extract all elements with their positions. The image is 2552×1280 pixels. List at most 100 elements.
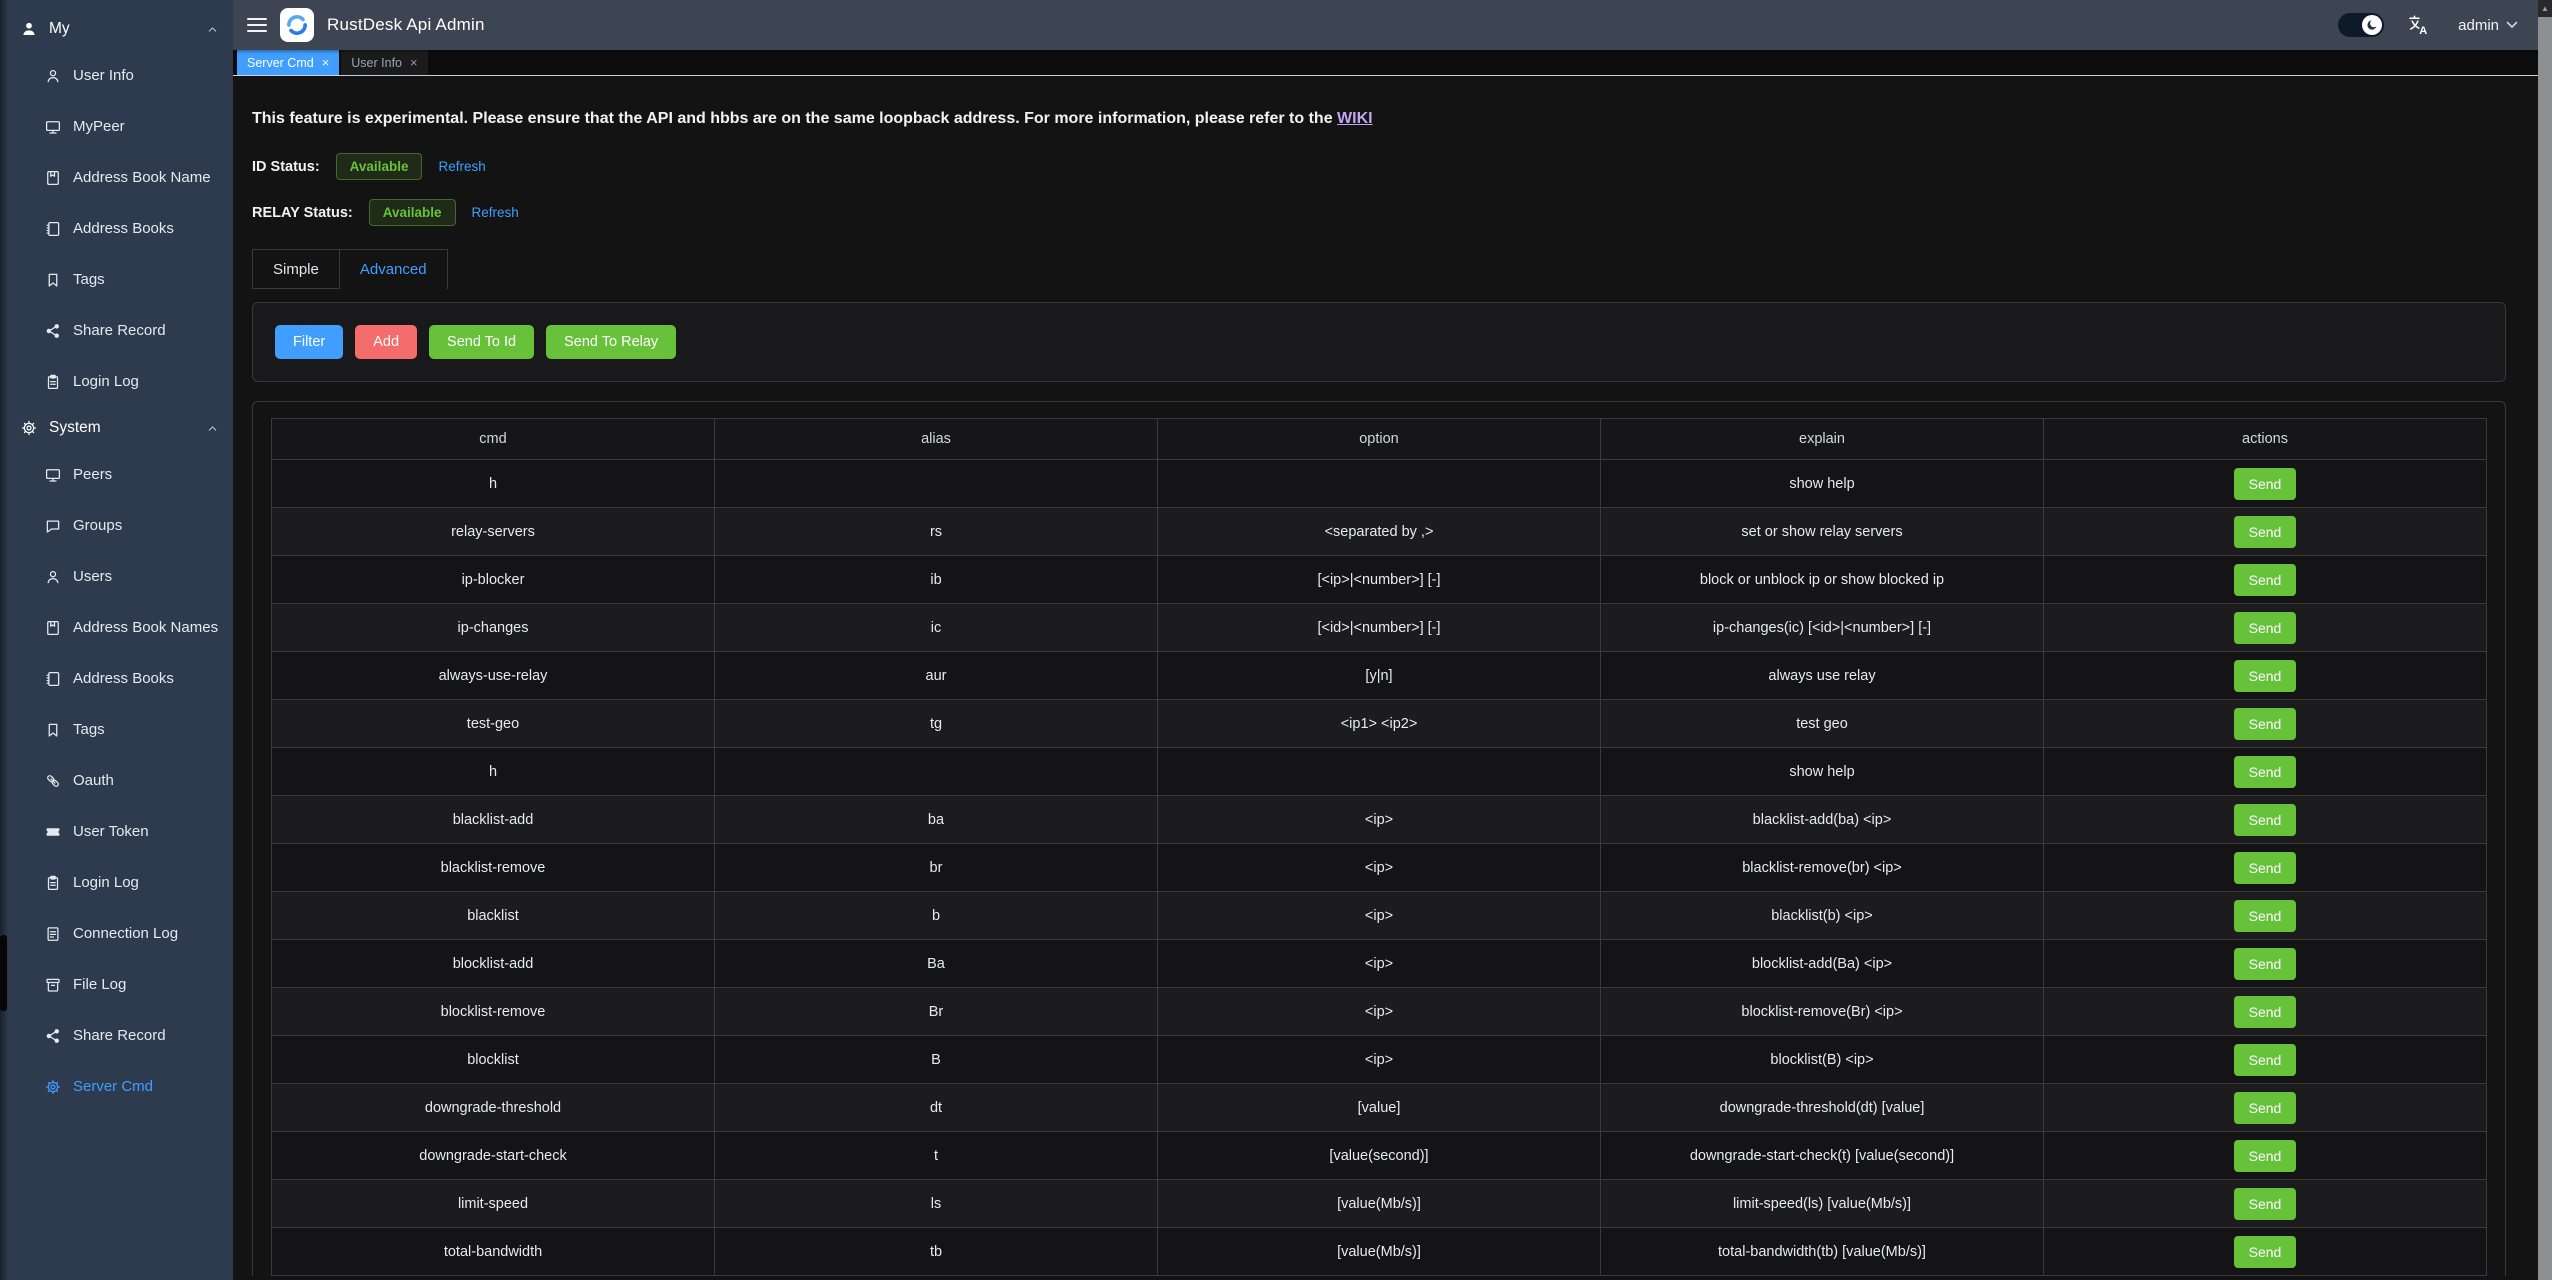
sidebar-item-share-record[interactable]: Share Record [0,1010,233,1061]
sidebar-item-users[interactable]: Users [0,551,233,602]
close-icon[interactable]: × [410,56,418,69]
cell-actions: Send [2044,748,2487,796]
sidebar-item-oauth[interactable]: Oauth [0,755,233,806]
user-menu[interactable]: admin [2458,17,2518,34]
sidebar-item-label: Share Record [73,322,166,339]
cell-explain: always use relay [1601,652,2044,700]
sidebar-item-server-cmd[interactable]: Server Cmd [0,1061,233,1112]
cell-explain: blacklist-remove(br) <ip> [1601,844,2044,892]
send-button[interactable]: Send [2234,756,2297,788]
cell-option: <ip> [1158,988,1601,1036]
cell-option: <ip> [1158,1036,1601,1084]
cell-explain: total-bandwidth(tb) [value(Mb/s)] [1601,1228,2044,1276]
cell-explain: blocklist-add(Ba) <ip> [1601,940,2044,988]
sidebar-item-label: Login Log [73,373,139,390]
user-icon [44,568,62,586]
send-to-id-button[interactable]: Send To Id [429,325,534,359]
cell-explain: ip-changes(ic) [<id>|<number>] [-] [1601,604,2044,652]
open-tab-user-info[interactable]: User Info× [341,50,427,75]
book-icon [44,619,62,637]
translate-icon[interactable]: A [2407,13,2431,37]
toolbar-panel: Filter Add Send To Id Send To Relay [252,302,2506,382]
send-to-relay-button[interactable]: Send To Relay [546,325,676,359]
sidebar-item-peers[interactable]: Peers [0,449,233,500]
send-button[interactable]: Send [2234,1140,2297,1172]
share-icon [44,1027,62,1045]
sidebar-item-share-record[interactable]: Share Record [0,305,233,356]
sidebar-item-connection-log[interactable]: Connection Log [0,908,233,959]
cell-explain: show help [1601,460,2044,508]
sidebar-item-label: Tags [73,721,105,738]
send-button[interactable]: Send [2234,660,2297,692]
link-icon [44,772,62,790]
hamburger-menu-icon[interactable] [247,18,267,32]
sidebar-item-groups[interactable]: Groups [0,500,233,551]
sidebar-section-system[interactable]: System [0,407,233,449]
send-button[interactable]: Send [2234,804,2297,836]
sidebar-section-my[interactable]: My [0,8,233,50]
send-button[interactable]: Send [2234,996,2297,1028]
table-row: blacklist-addba<ip>blacklist-add(ba) <ip… [272,796,2487,844]
dark-mode-toggle[interactable] [2338,13,2384,37]
sidebar-item-tags[interactable]: Tags [0,704,233,755]
table-row: downgrade-start-checkt[value(second)]dow… [272,1132,2487,1180]
send-button[interactable]: Send [2234,900,2297,932]
cell-cmd: blacklist-remove [272,844,715,892]
sidebar-item-mypeer[interactable]: MyPeer [0,101,233,152]
sidebar-item-file-log[interactable]: File Log [0,959,233,1010]
tab-simple[interactable]: Simple [252,249,340,289]
cell-alias: ib [715,556,1158,604]
sidebar-item-address-books[interactable]: Address Books [0,653,233,704]
share-icon [44,322,62,340]
send-button[interactable]: Send [2234,948,2297,980]
send-button[interactable]: Send [2234,1044,2297,1076]
cell-option: <ip> [1158,892,1601,940]
send-button[interactable]: Send [2234,516,2297,548]
sidebar-item-login-log[interactable]: Login Log [0,857,233,908]
sidebar-item-user-info[interactable]: User Info [0,50,233,101]
sidebar-item-label: Connection Log [73,925,178,942]
send-button[interactable]: Send [2234,1092,2297,1124]
sidebar-item-login-log[interactable]: Login Log [0,356,233,407]
cell-cmd: total-bandwidth [272,1228,715,1276]
sidebar-item-label: MyPeer [73,118,125,135]
send-button[interactable]: Send [2234,612,2297,644]
sidebar: MyUser InfoMyPeerAddress Book NameAddres… [0,0,233,1280]
chevron-up-icon [206,23,219,36]
send-button[interactable]: Send [2234,708,2297,740]
tab-advanced[interactable]: Advanced [339,249,448,289]
status-row-relay-status-: RELAY Status:AvailableRefresh [252,199,2506,226]
wiki-link[interactable]: WIKI [1337,110,1373,127]
cell-alias [715,748,1158,796]
scrollbar-up-arrow[interactable]: ▲ [2538,0,2552,16]
sidebar-item-user-token[interactable]: User Token [0,806,233,857]
table-row: blocklist-removeBr<ip>blocklist-remove(B… [272,988,2487,1036]
cell-cmd: blocklist [272,1036,715,1084]
sidebar-scrollbar-thumb[interactable] [0,935,7,1011]
cell-explain: blacklist-add(ba) <ip> [1601,796,2044,844]
cell-cmd: h [272,748,715,796]
sidebar-item-address-book-names[interactable]: Address Book Names [0,602,233,653]
send-button[interactable]: Send [2234,1236,2297,1268]
scrollbar-thumb[interactable] [2538,17,2552,1280]
sidebar-item-address-book-name[interactable]: Address Book Name [0,152,233,203]
cell-option: [value] [1158,1084,1601,1132]
send-button[interactable]: Send [2234,564,2297,596]
notice-text: This feature is experimental. Please ens… [252,110,1337,127]
sidebar-item-address-books[interactable]: Address Books [0,203,233,254]
sidebar-item-tags[interactable]: Tags [0,254,233,305]
close-icon[interactable]: × [322,56,330,69]
add-button[interactable]: Add [355,325,417,359]
open-tab-server-cmd[interactable]: Server Cmd× [237,50,339,75]
notebook-icon [44,670,62,688]
filter-button[interactable]: Filter [275,325,343,359]
send-button[interactable]: Send [2234,852,2297,884]
app-title: RustDesk Api Admin [327,15,485,35]
refresh-link[interactable]: Refresh [438,159,485,174]
cell-alias: tg [715,700,1158,748]
refresh-link[interactable]: Refresh [472,205,519,220]
sidebar-section-label: System [49,419,101,437]
archive-icon [44,976,62,994]
send-button[interactable]: Send [2234,468,2297,500]
send-button[interactable]: Send [2234,1188,2297,1220]
